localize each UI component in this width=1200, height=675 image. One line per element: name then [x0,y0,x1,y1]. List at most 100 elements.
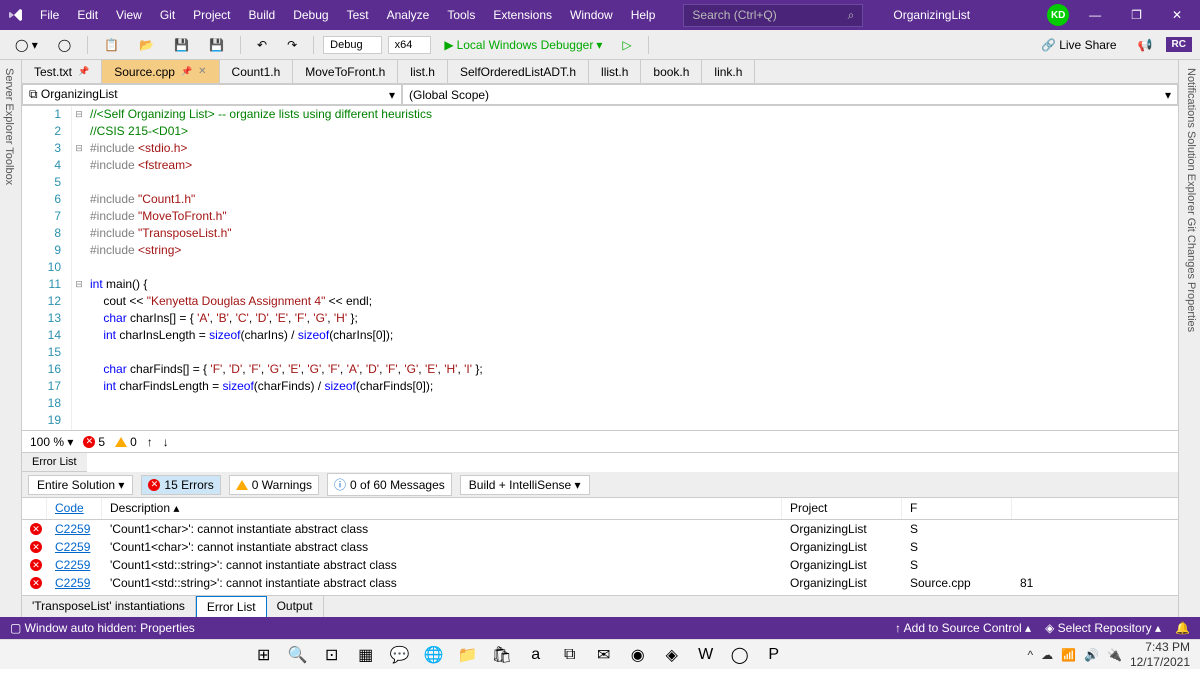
undo-button[interactable]: ↶ [250,35,274,55]
error-list-toolbar: Entire Solution ▾ ✕15 Errors 0 Warnings … [22,472,1178,498]
menu-build[interactable]: Build [241,4,284,26]
close-button[interactable]: ✕ [1162,4,1192,26]
menu-help[interactable]: Help [623,4,664,26]
menu-analyze[interactable]: Analyze [379,4,438,26]
maximize-button[interactable]: ❐ [1121,4,1152,26]
onedrive-icon[interactable]: ☁ [1041,648,1053,662]
battery-icon[interactable]: 🔌 [1107,648,1122,662]
vs-taskbar-icon[interactable]: ◈ [660,643,684,667]
error-count[interactable]: ✕5 [83,435,105,449]
nav-back-button[interactable]: ◯ ▾ [8,35,45,55]
minimize-button[interactable]: — [1079,4,1111,26]
user-avatar[interactable]: KD [1047,4,1069,26]
tab-movetofront[interactable]: MoveToFront.h [293,60,398,83]
notifications-icon[interactable]: 🔔 [1175,621,1190,635]
mail-icon[interactable]: ✉ [592,643,616,667]
taskview-icon[interactable]: ⊡ [320,643,344,667]
menu-window[interactable]: Window [562,4,621,26]
error-row[interactable]: ✕C2259'Count1<char>': cannot instantiate… [22,538,1178,556]
tab-selfordered[interactable]: SelfOrderedListADT.h [448,60,589,83]
menu-test[interactable]: Test [339,4,377,26]
left-side-tabs[interactable]: Server Explorer Toolbox [0,60,22,617]
nav-scope-combo[interactable]: (Global Scope)▾ [402,84,1178,105]
tab-instantiations[interactable]: 'TransposeList' instantiations [22,596,196,617]
menu-view[interactable]: View [108,4,150,26]
new-project-icon[interactable]: 📋 [97,35,126,55]
start-debug-button[interactable]: ▶ Local Windows Debugger ▾ [437,35,609,55]
config-combo[interactable]: Debug [323,36,381,54]
build-filter[interactable]: Build + IntelliSense ▾ [460,475,590,495]
scope-filter[interactable]: Entire Solution ▾ [28,475,133,495]
solution-title: OrganizingList [893,8,970,22]
menu-extensions[interactable]: Extensions [485,4,560,26]
menu-edit[interactable]: Edit [69,4,106,26]
nav-project-combo[interactable]: ⧉ OrganizingList▾ [22,84,402,105]
app2-icon[interactable]: ◉ [626,643,650,667]
add-source-control[interactable]: ↑ Add to Source Control ▴ [895,621,1031,635]
zoom-combo[interactable]: 100 % ▾ [30,435,73,449]
error-list-tab[interactable]: Error List [22,453,87,472]
pin-icon[interactable]: 📌 [181,66,192,77]
edge-icon[interactable]: 🌐 [422,643,446,667]
tab-errorlist[interactable]: Error List [196,596,267,617]
code-content[interactable]: //<Self Organizing List> -- organize lis… [86,106,1178,430]
chrome-icon[interactable]: ◯ [728,643,752,667]
errors-filter[interactable]: ✕15 Errors [141,475,220,495]
nav-fwd-button[interactable]: ◯ [51,35,78,55]
tab-test[interactable]: Test.txt📌 [22,60,102,83]
search-input[interactable]: Search (Ctrl+Q) ⌕ [683,4,863,27]
code-editor[interactable]: 1234567891011121314151617181920212223242… [22,106,1178,430]
tab-source[interactable]: Source.cpp📌✕ [102,60,219,83]
widgets-icon[interactable]: ▦ [354,643,378,667]
platform-combo[interactable]: x64 [388,36,432,54]
select-repo[interactable]: ◈ Select Repository ▴ [1045,621,1161,635]
clock[interactable]: 7:43 PM 12/17/2021 [1130,640,1190,669]
menu-debug[interactable]: Debug [285,4,336,26]
error-list-header: Code Description ▴ Project F [22,498,1178,520]
close-icon[interactable]: ✕ [198,66,206,77]
tab-count1[interactable]: Count1.h [220,60,294,83]
tab-book[interactable]: book.h [641,60,702,83]
search-placeholder: Search (Ctrl+Q) [692,8,776,22]
error-row[interactable]: ✕C2259'Count1<char>': cannot instantiate… [22,520,1178,538]
ppt-icon[interactable]: P [762,643,786,667]
nav-up-icon[interactable]: ↑ [147,435,153,449]
error-row[interactable]: ✕C2259'Count1<std::string>': cannot inst… [22,574,1178,592]
save-all-icon[interactable]: 💾 [202,35,231,55]
start-icon[interactable]: ⊞ [252,643,276,667]
messages-filter[interactable]: ⓘ0 of 60 Messages [327,473,452,496]
warnings-filter[interactable]: 0 Warnings [229,475,319,495]
save-icon[interactable]: 💾 [167,35,196,55]
warning-count[interactable]: 0 [115,435,137,449]
redo-button[interactable]: ↷ [280,35,304,55]
error-row[interactable]: ✕C2259'Count1<std::string>': cannot inst… [22,556,1178,574]
tab-llist[interactable]: llist.h [589,60,641,83]
nav-down-icon[interactable]: ↓ [163,435,169,449]
start-nodbg-button[interactable]: ▷ [615,35,638,55]
feedback-icon[interactable]: 📢 [1131,35,1160,55]
search-taskbar-icon[interactable]: 🔍 [286,643,310,667]
fold-column[interactable]: ⊟⊟⊟⊟ [72,106,86,430]
menu-project[interactable]: Project [185,4,238,26]
menu-file[interactable]: File [32,4,67,26]
wifi-icon[interactable]: 📶 [1061,648,1076,662]
bottom-tabs: 'TransposeList' instantiations Error Lis… [22,595,1178,617]
live-share-button[interactable]: 🔗 Live Share [1033,36,1125,54]
app-icon[interactable]: a [524,643,548,667]
tab-list[interactable]: list.h [398,60,448,83]
tab-link[interactable]: link.h [702,60,755,83]
menu-git[interactable]: Git [152,4,183,26]
open-icon[interactable]: 📂 [132,35,161,55]
menu-tools[interactable]: Tools [439,4,483,26]
word-icon[interactable]: W [694,643,718,667]
teams-icon[interactable]: 💬 [388,643,412,667]
tab-output[interactable]: Output [267,596,324,617]
right-side-tabs[interactable]: Notifications Solution Explorer Git Chan… [1178,60,1200,617]
dropbox-icon[interactable]: ⧉ [558,643,582,667]
pin-icon[interactable]: 📌 [78,66,89,77]
explorer-icon[interactable]: 📁 [456,643,480,667]
tray-chevron-icon[interactable]: ^ [1027,648,1033,662]
store-icon[interactable]: 🛍 [490,643,514,667]
statusbar: ▢ Window auto hidden: Properties ↑ Add t… [0,617,1200,639]
volume-icon[interactable]: 🔊 [1084,648,1099,662]
